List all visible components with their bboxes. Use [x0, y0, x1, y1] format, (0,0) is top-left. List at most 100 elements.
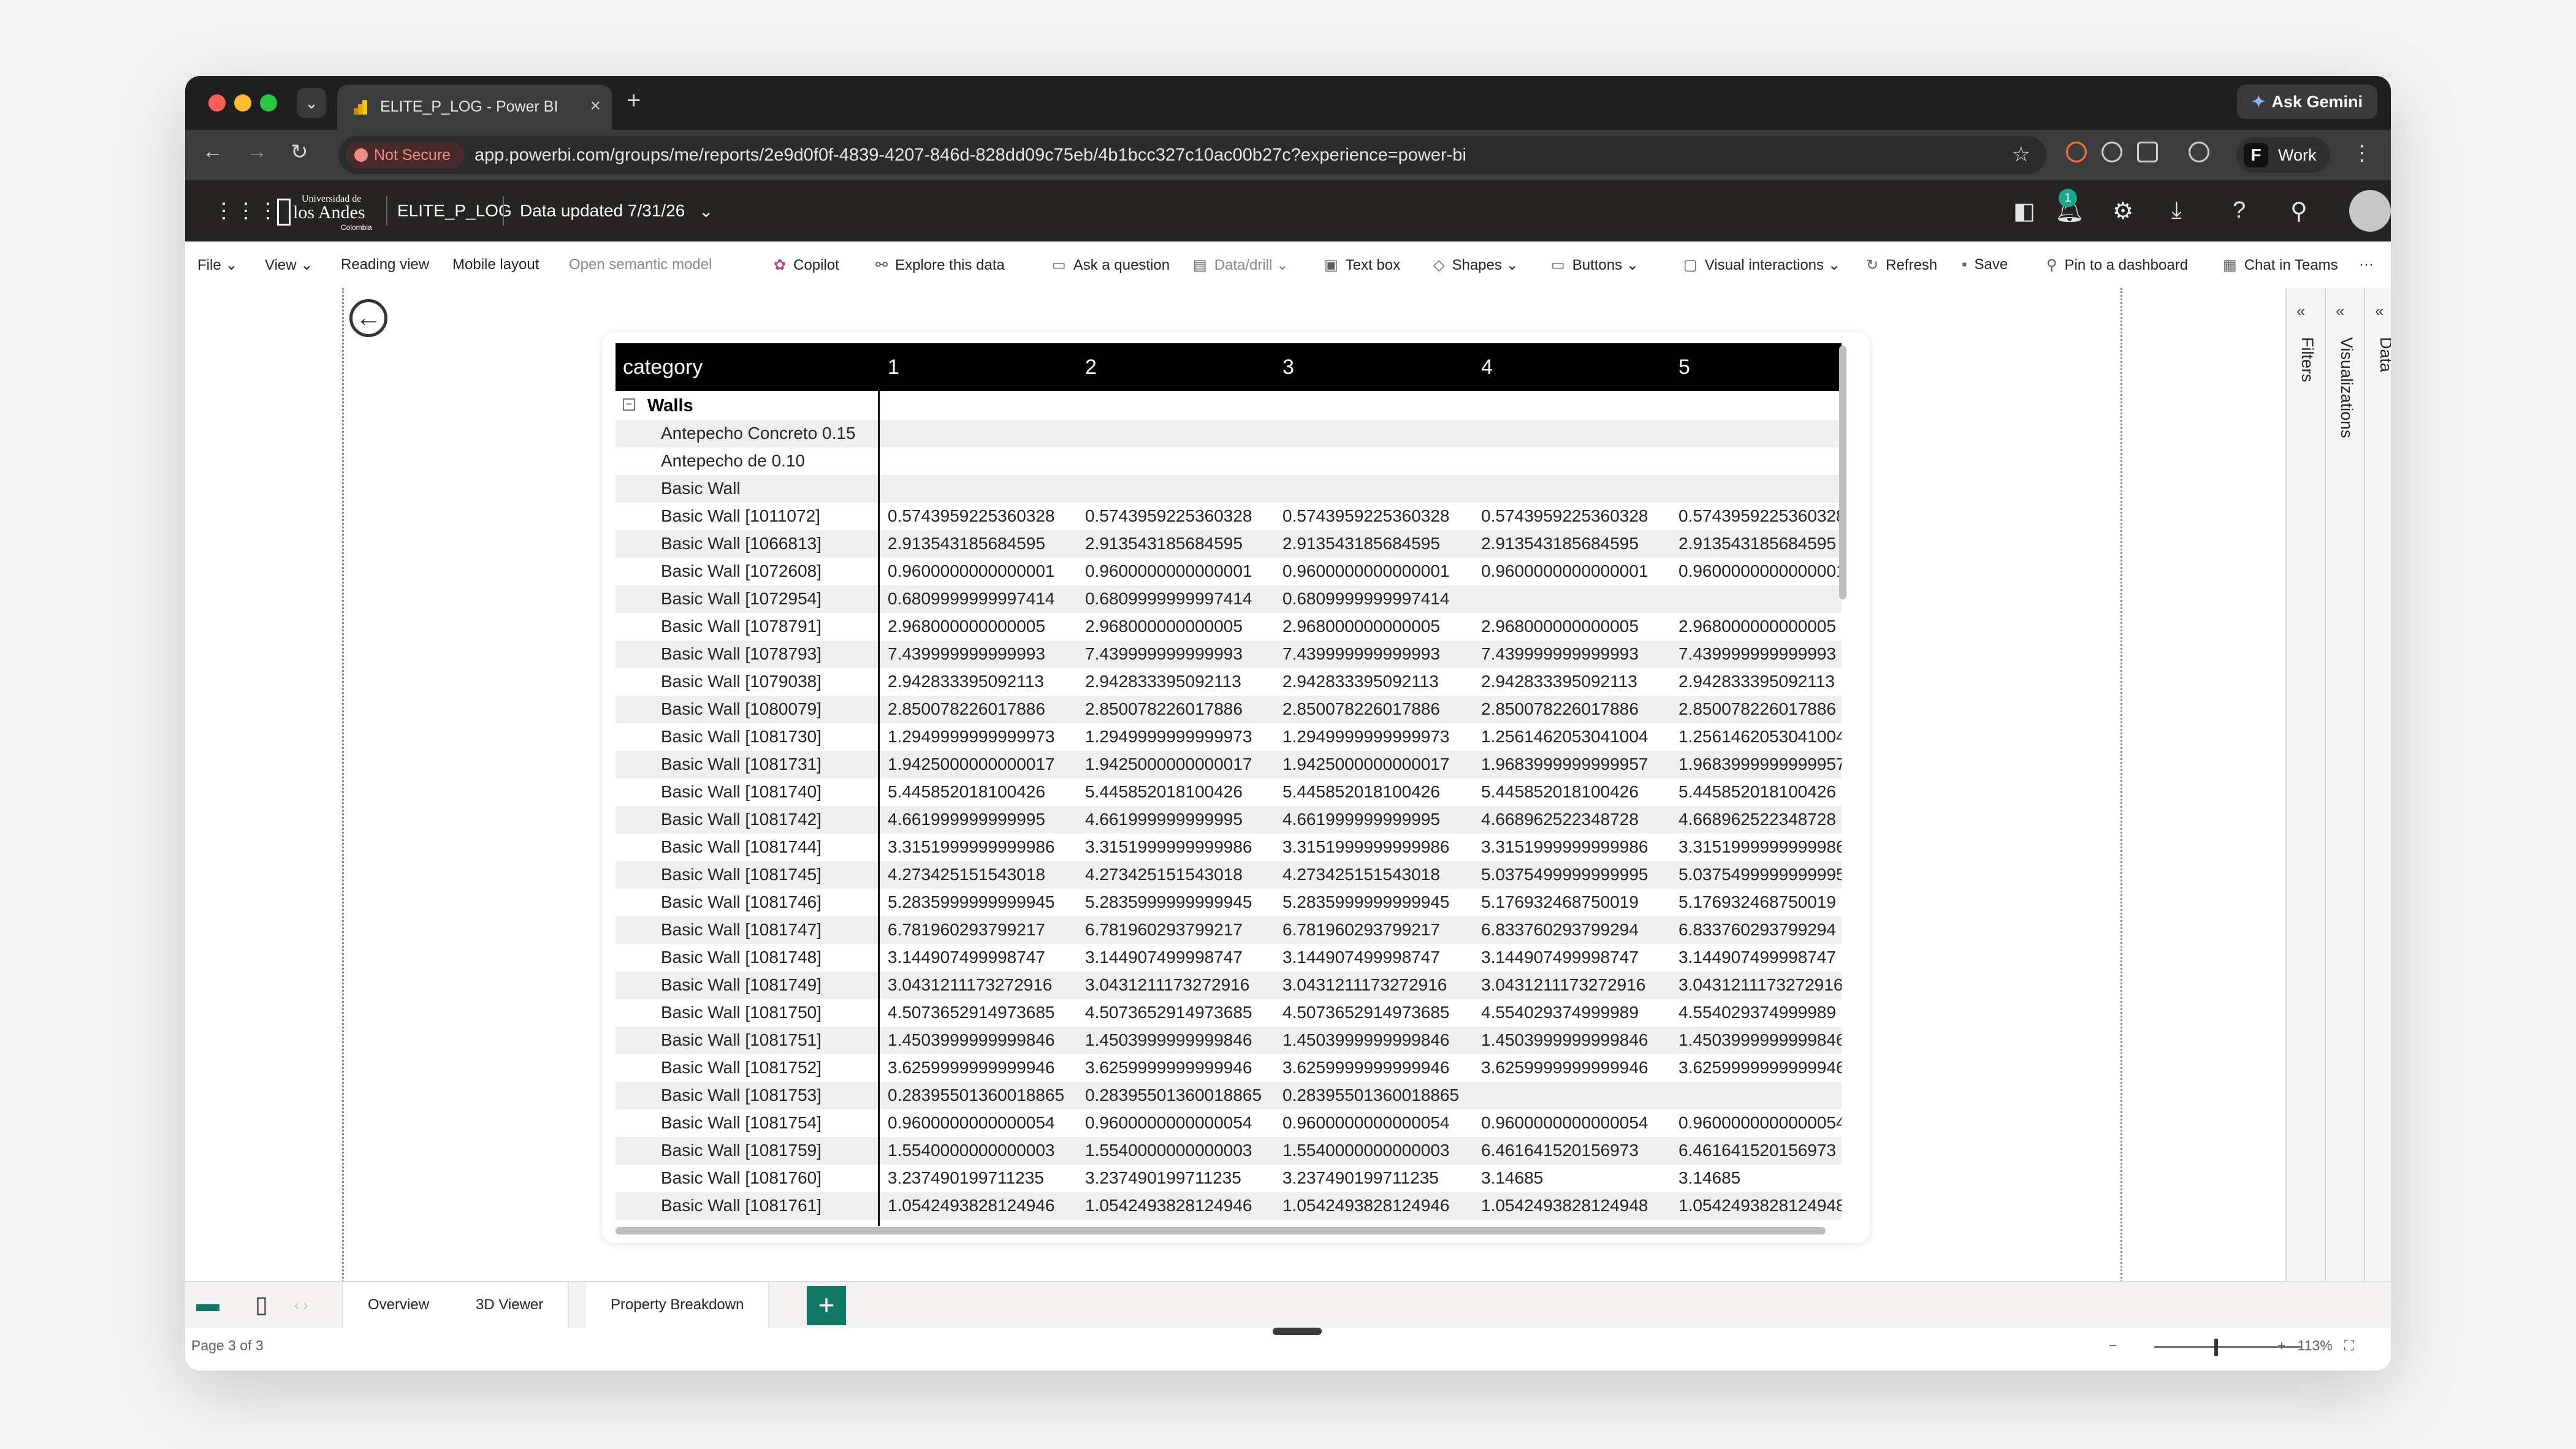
- column-header[interactable]: category: [623, 356, 703, 379]
- security-indicator[interactable]: Not Secure: [346, 142, 465, 169]
- new-tab-icon[interactable]: +: [627, 87, 641, 115]
- matrix-row[interactable]: Basic Wall [1072954] 0.6809999999997414 0.…: [615, 585, 1842, 613]
- mobile-view-icon[interactable]: ▯: [255, 1291, 268, 1318]
- data-pane[interactable]: « Data: [2364, 288, 2391, 1281]
- expand-chevron-icon[interactable]: «: [2336, 302, 2344, 321]
- browser-tab[interactable]: ELITE_P_LOG - Power BI ×: [337, 85, 612, 130]
- matrix-row[interactable]: Basic Wall [1081744] 3.3151999999999986 3.…: [615, 834, 1842, 861]
- reload-icon[interactable]: ↻: [291, 140, 308, 164]
- data-updated-label[interactable]: Data updated 7/31/26: [520, 201, 685, 221]
- matrix-row[interactable]: Basic Wall [1081742] 4.661999999999995 4.6…: [615, 806, 1842, 834]
- close-window-button[interactable]: [208, 94, 226, 112]
- visual-interactions-menu[interactable]: ▢ Visual interactions ⌄: [1683, 256, 1840, 274]
- column-header[interactable]: 1: [888, 356, 899, 379]
- matrix-row[interactable]: Basic Wall [1081748] 3.144907499998747 3.1…: [615, 944, 1842, 972]
- help-icon[interactable]: ?: [2233, 197, 2246, 224]
- url-text[interactable]: app.powerbi.com/groups/me/reports/2e9d0f…: [474, 145, 1466, 165]
- filters-pane[interactable]: « Filters: [2285, 288, 2326, 1281]
- reading-view-button[interactable]: Reading view: [341, 256, 429, 273]
- zoom-window-button[interactable]: [260, 94, 277, 112]
- expand-chevron-icon[interactable]: «: [2375, 302, 2384, 321]
- column-header[interactable]: 3: [1282, 356, 1294, 379]
- column-header[interactable]: 2: [1085, 356, 1097, 379]
- back-arrow-icon[interactable]: ←: [202, 140, 223, 164]
- ask-question-button[interactable]: ▭ Ask a question: [1052, 256, 1170, 274]
- page-tab-overview[interactable]: Overview: [342, 1282, 455, 1328]
- settings-gear-icon[interactable]: ⚙: [2113, 197, 2133, 225]
- shapes-menu[interactable]: ◇ Shapes ⌄: [1433, 256, 1519, 274]
- matrix-row[interactable]: Basic Wall [1081746] 5.2835999999999945 5.…: [615, 889, 1842, 916]
- back-arrow-icon[interactable]: ←: [349, 299, 387, 337]
- horizontal-scrollbar[interactable]: [615, 1227, 1826, 1234]
- report-name[interactable]: ELITE_P_LOG: [397, 201, 512, 221]
- forward-arrow-icon[interactable]: →: [246, 140, 267, 164]
- prev-page-icon[interactable]: ‹ ›: [294, 1297, 308, 1314]
- chatgpt-extension-icon[interactable]: [2102, 142, 2122, 162]
- pane-toggle-icon[interactable]: ◧: [2013, 197, 2035, 225]
- matrix-row[interactable]: Basic Wall [1081745] 4.273425151543018 4.2…: [615, 861, 1842, 889]
- matrix-row[interactable]: Basic Wall [1079038] 2.942833395092113 2.9…: [615, 668, 1842, 696]
- matrix-row[interactable]: Basic Wall [1081754] 0.9600000000000054 0.…: [615, 1109, 1842, 1137]
- matrix-row[interactable]: Basic Wall [1011072] 0.5743959225360328 0.…: [615, 503, 1842, 530]
- text-box-button[interactable]: ▣ Text box: [1324, 256, 1400, 274]
- sidepanel-icon[interactable]: [2189, 142, 2209, 162]
- matrix-row[interactable]: Antepecho Concreto 0.15: [615, 420, 1842, 447]
- bookmark-star-icon[interactable]: ☆: [2012, 142, 2030, 167]
- matrix-row[interactable]: Basic Wall [1081740] 5.445852018100426 5.4…: [615, 778, 1842, 806]
- view-menu[interactable]: View ⌄: [265, 256, 313, 274]
- mobile-layout-button[interactable]: Mobile layout: [452, 256, 539, 273]
- matrix-row[interactable]: Basic Wall [1081750] 4.5073652914973685 4.…: [615, 999, 1842, 1027]
- matrix-row[interactable]: Basic Wall [1081760] 3.237490199711235 3.2…: [615, 1165, 1842, 1192]
- expand-chevron-icon[interactable]: «: [2296, 302, 2305, 321]
- zoom-level[interactable]: − + 113% ⛶: [2109, 1337, 2354, 1354]
- desktop-view-icon[interactable]: ▬: [196, 1291, 219, 1317]
- page-tab-property-breakdown[interactable]: Property Breakdown: [586, 1282, 770, 1331]
- minimize-window-button[interactable]: [234, 94, 251, 112]
- chevron-down-icon[interactable]: ⌄: [699, 201, 713, 221]
- matrix-row[interactable]: Basic Wall [1081753] 0.28395501360018865 0…: [615, 1082, 1842, 1109]
- matrix-row[interactable]: Basic Wall [1081751] 1.4503999999999846 1.…: [615, 1027, 1842, 1054]
- vertical-scrollbar[interactable]: [1839, 346, 1846, 599]
- matrix-row[interactable]: Basic Wall [1066813] 2.913543185684595 2.9…: [615, 530, 1842, 558]
- close-tab-icon[interactable]: ×: [590, 96, 601, 116]
- page-tab-3d-viewer[interactable]: 3D Viewer: [451, 1282, 570, 1328]
- ask-gemini-button[interactable]: ✦ Ask Gemini: [2236, 85, 2377, 119]
- matrix-row[interactable]: Antepecho de 0.10: [615, 447, 1842, 475]
- add-page-button[interactable]: +: [807, 1286, 846, 1325]
- more-options-button[interactable]: ···: [2359, 256, 2374, 273]
- collapse-icon[interactable]: −: [623, 398, 635, 411]
- browser-menu-icon[interactable]: ⋮: [2352, 141, 2372, 165]
- tab-search-chevron-icon[interactable]: ⌄: [297, 88, 326, 118]
- copilot-button[interactable]: ✿ Copilot: [774, 256, 839, 274]
- refresh-button[interactable]: ↻ Refresh: [1866, 256, 1937, 274]
- matrix-row[interactable]: Basic Wall [1081761] 1.0542493828124946 1.…: [615, 1192, 1842, 1220]
- address-bar[interactable]: Not Secure app.powerbi.com/groups/me/rep…: [338, 136, 2046, 174]
- visualizations-pane[interactable]: « Visualizations: [2325, 288, 2365, 1281]
- download-icon[interactable]: ⤓: [2171, 197, 2182, 224]
- matrix-group-row[interactable]: − Walls: [615, 392, 1842, 420]
- app-launcher-icon[interactable]: ⋮⋮⋮: [213, 199, 280, 223]
- column-header[interactable]: 5: [1679, 356, 1690, 379]
- user-avatar[interactable]: [2349, 190, 2391, 232]
- matrix-row[interactable]: Basic Wall [1072608] 0.9600000000000001 0.…: [615, 558, 1842, 585]
- matrix-row[interactable]: Basic Wall [1081749] 3.0431211173272916 3.…: [615, 972, 1842, 999]
- data-drill-menu[interactable]: ▤ Data/drill ⌄: [1193, 256, 1289, 274]
- matrix-row[interactable]: Basic Wall [1081730] 1.2949999999999973 1.…: [615, 723, 1842, 751]
- puzzle-extensions-icon[interactable]: [2137, 142, 2158, 162]
- profile-button[interactable]: F Work: [2236, 137, 2330, 173]
- extension-icon[interactable]: [2066, 142, 2087, 162]
- pin-dashboard-button[interactable]: ⚲ Pin to a dashboard: [2046, 256, 2188, 274]
- save-button[interactable]: ▪ Save: [1962, 256, 2008, 273]
- explore-data-button[interactable]: ⚯ Explore this data: [875, 256, 1005, 274]
- matrix-row[interactable]: Basic Wall: [615, 475, 1842, 503]
- column-header[interactable]: 4: [1481, 356, 1493, 379]
- matrix-row[interactable]: Basic Wall [1080079] 2.850078226017886 2.8…: [615, 696, 1842, 723]
- open-semantic-model-button[interactable]: Open semantic model: [569, 256, 712, 273]
- matrix-row[interactable]: Basic Wall [1081747] 6.781960293799217 6.7…: [615, 916, 1842, 944]
- matrix-row[interactable]: Basic Wall [1078793] 7.439999999999993 7.4…: [615, 641, 1842, 668]
- chat-in-teams-button[interactable]: ▦ Chat in Teams: [2223, 256, 2338, 274]
- resize-handle[interactable]: [1273, 1328, 1322, 1335]
- matrix-row[interactable]: Basic Wall [1081752] 3.6259999999999946 3.…: [615, 1054, 1842, 1082]
- matrix-visual[interactable]: category 1 2 3 4 5 − Walls Antepecho Con…: [602, 332, 1870, 1243]
- matrix-row[interactable]: Basic Wall [1078791] 2.968000000000005 2.9…: [615, 613, 1842, 641]
